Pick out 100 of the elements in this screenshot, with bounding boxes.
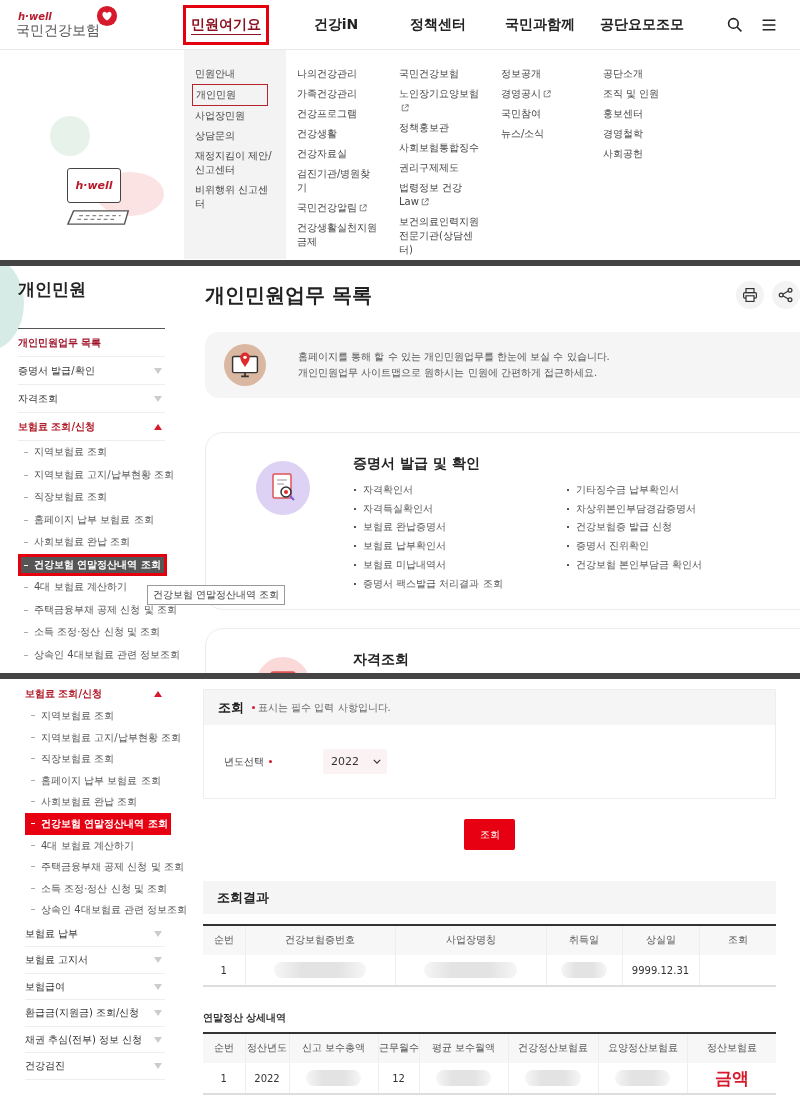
sidebar-subitem[interactable]: 건강보험 연말정산내역 조회: [18, 553, 167, 576]
sidebar-subitem[interactable]: 지역보험료 조회: [25, 705, 118, 727]
sidebar-subitem[interactable]: 소득 조정·정산 신청 및 조회: [18, 621, 163, 644]
sidebar-subitem[interactable]: 지역보험료 고지/납부현황 조회: [25, 726, 184, 749]
sidebar-subitem[interactable]: 사회보험료 완납 조회: [18, 531, 134, 554]
service-link[interactable]: 보험료 납부확인서: [353, 537, 566, 556]
menu-link[interactable]: 건강생활실천지원금제: [294, 218, 382, 252]
service-link[interactable]: 증명서 팩스발급 처리결과 조회: [353, 574, 566, 594]
column-header: 정산보험료: [687, 1033, 776, 1063]
nav-tab[interactable]: 공단요모조모: [591, 4, 693, 45]
print-button[interactable]: [736, 281, 764, 309]
sidebar-subitem[interactable]: 상속인 4대보험료 관련 정보조회: [25, 899, 190, 921]
service-link[interactable]: 건강보험증 발급 신청: [566, 518, 779, 538]
menu-link[interactable]: 사회보험통합징수: [396, 138, 482, 158]
sidebar-item[interactable]: 보험급여: [25, 973, 165, 1001]
service-link[interactable]: 차상위본인부담경감증명서: [566, 499, 779, 519]
service-link[interactable]: 건강보험 본인부담금 확인서: [566, 555, 779, 575]
sidebar-item[interactable]: 보험료 납부: [25, 920, 165, 948]
nav-tab[interactable]: 건강iN: [285, 4, 387, 45]
sidebar-subitem[interactable]: 사회보험료 완납 조회: [25, 791, 141, 813]
nav-tab[interactable]: 민원여기요: [183, 4, 269, 45]
menu-link[interactable]: 뉴스/소식: [498, 124, 548, 144]
menu-link[interactable]: 국민건강알림: [294, 198, 370, 218]
service-link[interactable]: 보험료 완납증명서: [353, 518, 566, 538]
menu-link[interactable]: 국민건강보험: [396, 64, 462, 84]
form-note: 표시는 필수 입력 사항입니다.: [258, 700, 391, 715]
sidebar-item[interactable]: 자격조회: [18, 385, 165, 413]
menu-button[interactable]: [761, 16, 777, 33]
menu-link[interactable]: 노인장기요양보험: [396, 84, 484, 118]
menu-link[interactable]: 정책홍보관: [396, 118, 452, 138]
sidebar-subitem[interactable]: 4대 보험료 계산하기: [18, 576, 130, 599]
menu-link[interactable]: 개인민원: [192, 84, 268, 106]
menu-link[interactable]: 권리구제제도: [396, 158, 462, 178]
sidebar-item[interactable]: 개인민원업무 목록: [18, 329, 165, 357]
table-cell: 9999.12.31: [622, 955, 699, 986]
search-submit-button[interactable]: 조회: [464, 819, 515, 850]
search-button[interactable]: [727, 16, 743, 33]
table-title: 연말정산 상세내역: [203, 1011, 288, 1025]
blurred-value: [306, 1070, 361, 1086]
form-title: 조회: [218, 698, 244, 717]
sidebar-item[interactable]: 증명서 발급/확인: [18, 357, 165, 385]
page-title: 개인민원업무 목록: [205, 281, 372, 309]
menu-link[interactable]: 상담문의: [192, 126, 238, 146]
menu-link[interactable]: 홍보센터: [600, 104, 646, 124]
sidebar-subitem[interactable]: 직장보험료 조회: [18, 486, 111, 509]
menu-link[interactable]: 검진기관/병원찾기: [294, 164, 382, 198]
sidebar-subitem[interactable]: 상속인 4대보험료 관련 정보조회: [18, 643, 183, 666]
field-label: 년도선택: [224, 754, 264, 769]
menu-link[interactable]: 법령정보 건강Law: [396, 178, 484, 212]
sidebar-subitem[interactable]: 소득 조정·정산 신청 및 조회: [25, 877, 170, 900]
share-button[interactable]: [772, 281, 800, 309]
sidebar-item[interactable]: 보험료 조회/신청: [25, 683, 165, 705]
menu-link[interactable]: 재정지킴이 제안/신고센터: [192, 146, 280, 180]
menu-link[interactable]: 건강생활: [294, 124, 340, 144]
table-cell: 1: [203, 1063, 245, 1094]
info-text: 홈페이지를 통해 할 수 있는 개인민원업무를 한눈에 보실 수 있습니다.: [298, 350, 610, 364]
sidebar-subitem[interactable]: 4대 보험료 계산하기: [25, 834, 137, 857]
sidebar-subitem[interactable]: 지역보험료 고지/납부현황 조회: [18, 463, 177, 486]
sidebar-subitem[interactable]: 지역보험료 조회: [18, 441, 111, 464]
menu-link[interactable]: 정보공개: [498, 64, 544, 84]
service-link[interactable]: 자격득실확인서: [353, 499, 566, 519]
sidebar-subitem[interactable]: 홈페이지 납부 보험료 조회: [18, 508, 157, 531]
sidebar-item[interactable]: 채권 추심(전부) 정보 신청: [25, 1026, 165, 1054]
menu-link[interactable]: 건강프로그램: [294, 104, 360, 124]
required-dot: [252, 706, 255, 709]
menu-link[interactable]: 보건의료인력지원전문기관(상담센터): [396, 212, 484, 260]
heart-logo-icon[interactable]: [96, 5, 118, 27]
menu-link[interactable]: 경영철학: [600, 124, 646, 144]
column-header: 순번: [203, 1033, 245, 1063]
logo-wordmark: 국민건강보험: [16, 22, 100, 38]
external-link-icon: [401, 104, 409, 112]
menu-link[interactable]: 비위행위 신고센터: [192, 180, 280, 214]
sidebar-item[interactable]: 보험료 조회/신청: [18, 413, 165, 441]
sidebar-subitem[interactable]: 주택금융부채 공제 신청 및 조회: [25, 856, 187, 878]
sidebar-subitem[interactable]: 건강보험 연말정산내역 조회: [25, 812, 171, 835]
section-title: 조회결과: [203, 881, 776, 914]
sidebar-subitem[interactable]: 직장보험료 조회: [25, 748, 118, 770]
menu-link[interactable]: 가족건강관리: [294, 84, 360, 104]
sidebar-subitem[interactable]: 홈페이지 납부 보험료 조회: [25, 769, 164, 792]
service-link[interactable]: 증명서 진위확인: [566, 537, 779, 556]
table-cell: 2022: [245, 1063, 289, 1094]
sidebar-item[interactable]: 보험료 고지서: [25, 947, 165, 974]
service-link[interactable]: 기타징수금 납부확인서: [566, 481, 779, 500]
menu-link[interactable]: 조직 및 인원: [600, 84, 663, 104]
year-select[interactable]: 2022: [323, 749, 387, 774]
service-link[interactable]: 자격확인서: [353, 481, 566, 500]
menu-link[interactable]: 나의건강관리: [294, 64, 360, 84]
sidebar-item[interactable]: 환급금(지원금) 조회/신청: [25, 1000, 165, 1027]
share-icon: [778, 287, 794, 303]
menu-link[interactable]: 사업장민원: [192, 106, 248, 126]
menu-link[interactable]: 건강자료실: [294, 144, 350, 164]
menu-link[interactable]: 국민참여: [498, 104, 544, 124]
menu-link[interactable]: 민원안내: [192, 64, 238, 84]
nav-tab[interactable]: 정책센터: [387, 4, 489, 45]
menu-link[interactable]: 경영공시: [498, 84, 554, 104]
service-link[interactable]: 보험료 미납내역서: [353, 555, 566, 575]
sidebar-item[interactable]: 건강검진: [25, 1053, 165, 1080]
nav-tab[interactable]: 국민과함께: [489, 4, 591, 45]
menu-link[interactable]: 공단소개: [600, 64, 646, 84]
menu-link[interactable]: 사회공헌: [600, 144, 646, 164]
